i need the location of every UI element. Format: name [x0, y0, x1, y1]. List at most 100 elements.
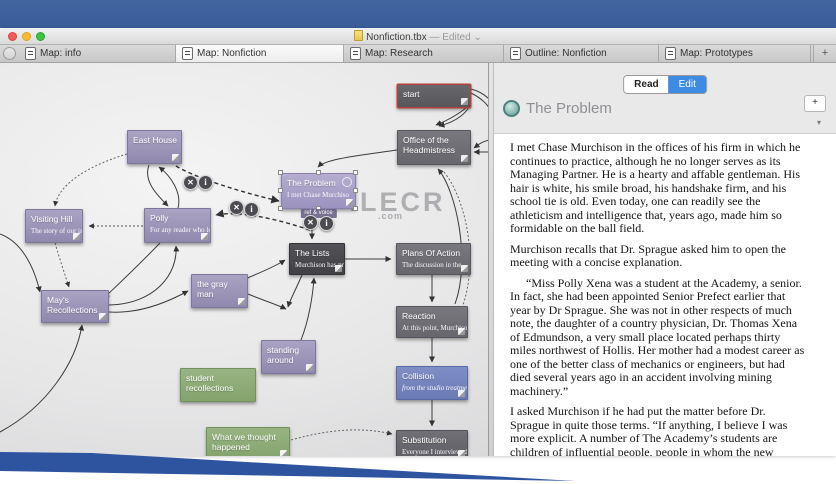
map-node-the-lists[interactable]: The Lists Murchison has pre [289, 243, 345, 275]
tab-label: Outline: Nonfiction [525, 48, 607, 59]
tab-label: Map: info [40, 48, 82, 59]
map-node-student-recollections[interactable]: student recollections [180, 368, 256, 402]
link-widget-icon[interactable] [342, 177, 352, 187]
link-info-icon[interactable]: i [319, 216, 334, 231]
tab-label: Map: Prototypes [680, 48, 753, 59]
edit-button[interactable]: Edit [668, 76, 706, 93]
title-chevron-icon[interactable]: ⌄ [473, 32, 481, 43]
map-node-mays-recollections[interactable]: May's Recollections [41, 290, 109, 323]
map-node-office-of-the-headmistress[interactable]: Office of the Headmistress [397, 130, 471, 165]
selection-handle[interactable] [278, 206, 283, 211]
tab-overview-circle[interactable] [3, 47, 16, 60]
map-node-standing-around[interactable]: standing around [261, 340, 316, 374]
tab-map-nonfiction[interactable]: Map: Nonfiction [176, 45, 344, 62]
split-view: FILECR .com start Office of the Headmistre… [0, 63, 836, 456]
map-node-the-gray-man[interactable]: the gray man [191, 274, 248, 308]
node-title: standing [267, 345, 300, 355]
tab-thumbnail-icon [665, 47, 676, 60]
note-text-icon [461, 98, 468, 105]
selection-handle[interactable] [278, 188, 283, 193]
node-title: East House [133, 135, 177, 145]
node-title: Polly [150, 213, 169, 223]
note-bullet-icon [503, 100, 520, 117]
map-node-the-problem[interactable]: The Problem I met Chase Murchiso ref & voi… [278, 170, 358, 218]
note-title: The Problem [526, 100, 612, 117]
node-subtitle: At this point, Murchison? [402, 324, 467, 332]
note-text-icon [461, 155, 468, 162]
node-title: Substitution [402, 435, 447, 445]
link-info-icon[interactable]: i [244, 202, 259, 217]
map-node-east-house[interactable]: East House [127, 130, 182, 164]
read-button[interactable]: Read [624, 76, 669, 93]
map-node-reaction[interactable]: Reaction At this point, Murchison? [396, 306, 468, 338]
watermark-domain: .com [378, 211, 404, 221]
read-edit-segmented-control: Read Edit [623, 75, 707, 94]
add-tab-button[interactable]: + [813, 45, 836, 62]
tab-label: Map: Research [365, 48, 433, 59]
note-text-icon [461, 265, 468, 272]
edited-status: — Edited [429, 32, 471, 43]
desktop-bottom-wedge [0, 452, 575, 481]
note-paragraph: “Miss Polly Xena was a student at the Ac… [510, 275, 805, 398]
note-text-icon [458, 390, 465, 397]
tab-map-research[interactable]: Map: Research [344, 45, 504, 62]
title-bar: Nonfiction.tbx — Edited ⌄ [0, 28, 836, 45]
selection-handle[interactable] [315, 170, 321, 175]
tab-bar: Map: info Map: Nonfiction Map: Research Out… [0, 45, 836, 63]
note-text-icon [201, 233, 208, 240]
node-title: The Lists [295, 248, 330, 258]
link-cross-icon[interactable]: ✕ [303, 215, 318, 230]
tab-outline-nonfiction[interactable]: Outline: Nonfiction [504, 45, 659, 62]
note-header: Read Edit The Problem + ▾ [494, 63, 836, 134]
note-text-icon [99, 313, 106, 320]
desktop-top-band [0, 0, 836, 28]
link-info-icon[interactable]: i [198, 175, 213, 190]
window-title: Nonfiction.tbx — Edited ⌄ [0, 30, 836, 43]
note-text-icon [346, 199, 353, 206]
document-icon [354, 30, 364, 41]
map-node-collision[interactable]: Collision from the studio treatment of [396, 366, 468, 400]
note-text-icon [238, 298, 245, 305]
node-title: start [403, 89, 420, 99]
map-node-plans-of-action[interactable]: Plans Of Action The discussion in the [396, 243, 471, 275]
note-text-icon [335, 265, 342, 272]
document-name: Nonfiction.tbx [366, 32, 427, 43]
link-cross-icon[interactable]: ✕ [183, 175, 198, 190]
note-text-icon [73, 233, 80, 240]
note-text-area[interactable]: I met Chase Murchison in the offices of … [494, 134, 836, 456]
note-text-icon [172, 154, 179, 161]
chevron-down-icon[interactable]: ▾ [817, 118, 821, 127]
screenshot-stage: Nonfiction.tbx — Edited ⌄ Map: info Map: … [0, 0, 836, 484]
tab-map-info[interactable]: Map: info [19, 45, 176, 62]
tab-map-prototypes[interactable]: Map: Prototypes [659, 45, 811, 62]
map-node-start[interactable]: start [397, 84, 471, 108]
node-title: Visiting Hill [31, 214, 73, 224]
text-editor-panel: Read Edit The Problem + ▾ I met Chase Mu… [494, 63, 836, 456]
note-text-icon [458, 328, 465, 335]
app-window: Nonfiction.tbx — Edited ⌄ Map: info Map: … [0, 28, 836, 456]
node-title: Reaction [402, 311, 436, 321]
tab-thumbnail-icon [510, 47, 521, 60]
node-title: Plans Of Action [402, 248, 461, 258]
link-cross-icon[interactable]: ✕ [229, 200, 244, 215]
selection-handle[interactable] [353, 206, 358, 211]
note-paragraph: Murchison recalls that Dr. Sprague asked… [510, 241, 786, 269]
node-title: the gray [197, 279, 228, 289]
node-title: Collision [402, 371, 435, 381]
selection-handle[interactable] [353, 170, 358, 175]
note-paragraph: I met Chase Murchison in the offices of … [510, 140, 801, 235]
add-note-button[interactable]: + [804, 95, 826, 112]
node-title: What we thought [212, 432, 276, 442]
map-node-visiting-hill[interactable]: Visiting Hill The story of our is [25, 209, 83, 243]
node-subtitle: The discussion in the [402, 261, 462, 269]
map-node-polly[interactable]: Polly For any reader who lov [144, 208, 211, 243]
node-title: student [186, 373, 214, 383]
tab-thumbnail-icon [25, 47, 36, 60]
node-title: May's [47, 295, 69, 305]
map-view[interactable]: FILECR .com start Office of the Headmistre… [0, 63, 488, 456]
selection-handle[interactable] [278, 170, 283, 175]
node-title: Office of the [403, 135, 449, 145]
node-subtitle: from the studio treatment of [402, 384, 467, 392]
selection-handle[interactable] [353, 188, 358, 193]
node-title: Headmistress [403, 145, 455, 155]
